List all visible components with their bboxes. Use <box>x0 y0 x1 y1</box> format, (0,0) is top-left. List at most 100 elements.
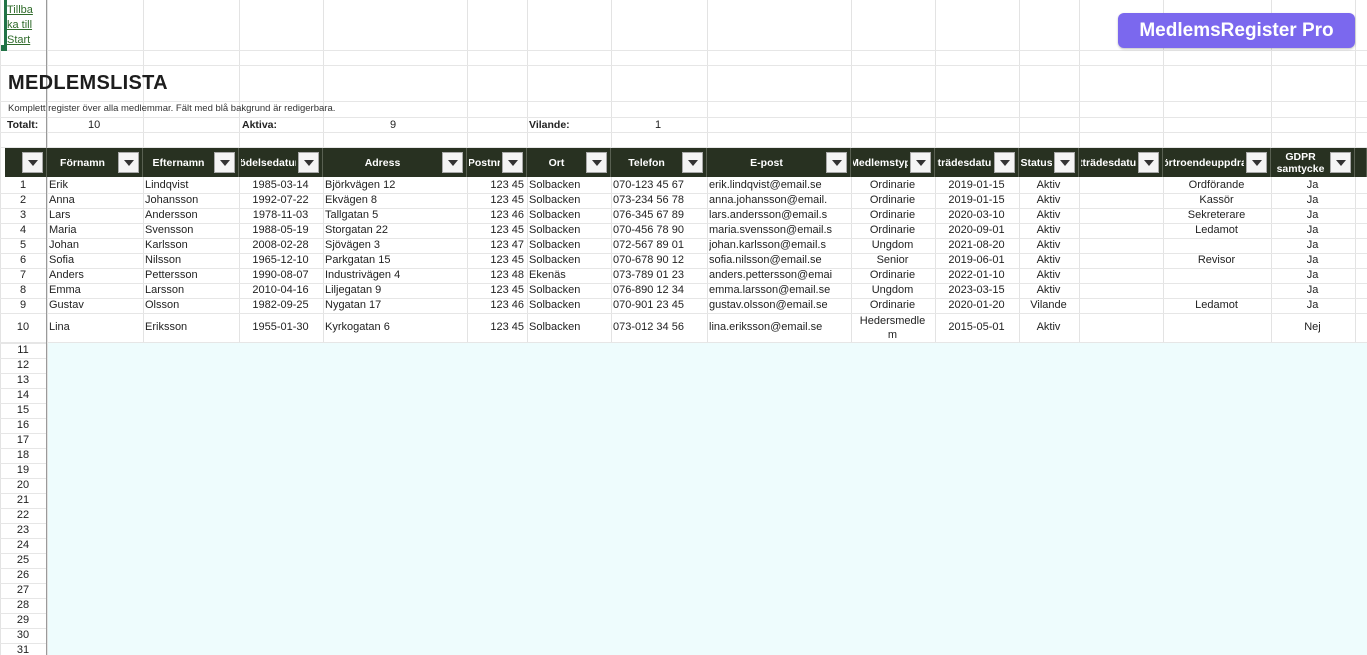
table-cell[interactable]: 1965-12-10 <box>241 253 320 268</box>
table-cell[interactable]: Solbacken <box>529 208 608 223</box>
column-header[interactable]: Adress <box>323 148 467 177</box>
column-header[interactable]: Födelsedatum <box>239 148 323 177</box>
back-link-line-2[interactable]: ka till <box>7 18 33 33</box>
table-cell[interactable]: Hedersmedle m <box>853 314 932 342</box>
table-cell[interactable]: Anders <box>49 268 140 283</box>
table-cell[interactable]: 2022-01-10 <box>937 268 1016 283</box>
active-value[interactable]: 9 <box>390 119 396 131</box>
table-cell[interactable]: lina.eriksson@email.se <box>709 320 848 335</box>
table-cell[interactable]: Sofia <box>49 253 140 268</box>
table-cell[interactable]: Aktiv <box>1021 253 1076 268</box>
filter-dropdown-icon[interactable] <box>298 152 319 173</box>
table-cell[interactable]: 070-456 78 90 <box>613 223 704 238</box>
table-cell[interactable]: Aktiv <box>1021 320 1076 335</box>
table-cell[interactable]: 070-678 90 12 <box>613 253 704 268</box>
table-cell[interactable]: Lina <box>49 320 140 335</box>
column-header[interactable]: Telefon <box>611 148 707 177</box>
table-cell[interactable]: 123 45 <box>469 253 524 268</box>
table-cell[interactable]: 123 46 <box>469 298 524 313</box>
table-cell[interactable]: Ungdom <box>853 238 932 253</box>
table-cell[interactable]: johan.karlsson@email.s <box>709 238 848 253</box>
column-header[interactable]: Medlemstyp <box>851 148 935 177</box>
table-cell[interactable]: Parkgatan 15 <box>325 253 464 268</box>
table-cell[interactable]: 123 45 <box>469 223 524 238</box>
table-cell[interactable]: 1955-01-30 <box>241 320 320 335</box>
table-cell[interactable]: Johan <box>49 238 140 253</box>
column-header[interactable]: Förnamn <box>47 148 143 177</box>
table-cell[interactable]: 2019-06-01 <box>937 253 1016 268</box>
table-cell[interactable]: Solbacken <box>529 320 608 335</box>
table-cell[interactable]: 1982-09-25 <box>241 298 320 313</box>
table-cell[interactable]: 2023-03-15 <box>937 283 1016 298</box>
table-cell[interactable]: 123 45 <box>469 178 524 193</box>
table-cell[interactable]: Ekvägen 8 <box>325 193 464 208</box>
table-cell[interactable]: Nej <box>1273 320 1352 335</box>
table-cell[interactable]: 123 45 <box>469 320 524 335</box>
table-cell[interactable]: 2020-01-20 <box>937 298 1016 313</box>
table-cell[interactable]: 123 45 <box>469 283 524 298</box>
table-cell[interactable]: Lindqvist <box>145 178 236 193</box>
table-cell[interactable]: Eriksson <box>145 320 236 335</box>
table-cell[interactable]: Tallgatan 5 <box>325 208 464 223</box>
table-cell[interactable]: Solbacken <box>529 178 608 193</box>
table-cell[interactable]: sofia.nilsson@email.se <box>709 253 848 268</box>
table-cell[interactable]: 2015-05-01 <box>937 320 1016 335</box>
table-cell[interactable]: 1985-03-14 <box>241 178 320 193</box>
table-cell[interactable]: Svensson <box>145 223 236 238</box>
table-cell[interactable]: Solbacken <box>529 298 608 313</box>
dormant-value[interactable]: 1 <box>655 119 661 131</box>
filter-dropdown-icon[interactable] <box>1330 152 1351 173</box>
table-cell[interactable]: 072-567 89 01 <box>613 238 704 253</box>
column-header[interactable]: Status <box>1019 148 1079 177</box>
filter-dropdown-icon[interactable] <box>502 152 523 173</box>
table-cell[interactable]: Andersson <box>145 208 236 223</box>
table-cell[interactable]: 2019-01-15 <box>937 193 1016 208</box>
table-cell[interactable]: Aktiv <box>1021 178 1076 193</box>
table-cell[interactable]: 073-012 34 56 <box>613 320 704 335</box>
table-cell[interactable]: Ja <box>1273 208 1352 223</box>
table-cell[interactable]: Ja <box>1273 238 1352 253</box>
table-cell[interactable]: 1978-11-03 <box>241 208 320 223</box>
table-cell[interactable]: 073-789 01 23 <box>613 268 704 283</box>
column-header[interactable]: Inträdesdatum <box>935 148 1019 177</box>
table-cell[interactable]: 1988-05-19 <box>241 223 320 238</box>
table-cell[interactable]: Erik <box>49 178 140 193</box>
table-cell[interactable]: Olsson <box>145 298 236 313</box>
table-cell[interactable]: Nilsson <box>145 253 236 268</box>
column-header[interactable]: GDPR samtycke <box>1271 148 1355 177</box>
table-cell[interactable]: Gustav <box>49 298 140 313</box>
filter-dropdown-icon[interactable] <box>22 152 43 173</box>
table-cell[interactable]: Ledamot <box>1165 223 1268 238</box>
table-cell[interactable]: Ja <box>1273 193 1352 208</box>
table-cell[interactable]: 070-123 45 67 <box>613 178 704 193</box>
filter-dropdown-icon[interactable] <box>910 152 931 173</box>
table-cell[interactable]: Solbacken <box>529 223 608 238</box>
filter-dropdown-icon[interactable] <box>586 152 607 173</box>
table-cell[interactable]: 2010-04-16 <box>241 283 320 298</box>
table-cell[interactable]: Maria <box>49 223 140 238</box>
table-cell[interactable]: 123 45 <box>469 193 524 208</box>
column-header[interactable]: Postnr <box>467 148 527 177</box>
back-link-line-1[interactable]: Tillba <box>7 3 33 18</box>
column-header[interactable]: Ort <box>527 148 611 177</box>
total-value[interactable]: 10 <box>88 119 100 131</box>
table-cell[interactable]: 2020-03-10 <box>937 208 1016 223</box>
table-cell[interactable]: 2019-01-15 <box>937 178 1016 193</box>
table-cell[interactable]: 2020-09-01 <box>937 223 1016 238</box>
selected-cell-handle[interactable] <box>1 45 7 51</box>
table-cell[interactable]: emma.larsson@email.se <box>709 283 848 298</box>
table-cell[interactable]: Ja <box>1273 268 1352 283</box>
table-cell[interactable]: Ungdom <box>853 283 932 298</box>
table-cell[interactable]: Ordinarie <box>853 223 932 238</box>
table-cell[interactable]: Solbacken <box>529 283 608 298</box>
filter-dropdown-icon[interactable] <box>1138 152 1159 173</box>
table-cell[interactable]: lars.andersson@email.s <box>709 208 848 223</box>
table-cell[interactable]: Industrivägen 4 <box>325 268 464 283</box>
table-cell[interactable]: Ja <box>1273 298 1352 313</box>
table-cell[interactable]: 123 46 <box>469 208 524 223</box>
filter-dropdown-icon[interactable] <box>826 152 847 173</box>
table-cell[interactable]: Ordförande <box>1165 178 1268 193</box>
table-cell[interactable]: Ledamot <box>1165 298 1268 313</box>
table-cell[interactable]: 1992-07-22 <box>241 193 320 208</box>
table-cell[interactable]: Aktiv <box>1021 283 1076 298</box>
